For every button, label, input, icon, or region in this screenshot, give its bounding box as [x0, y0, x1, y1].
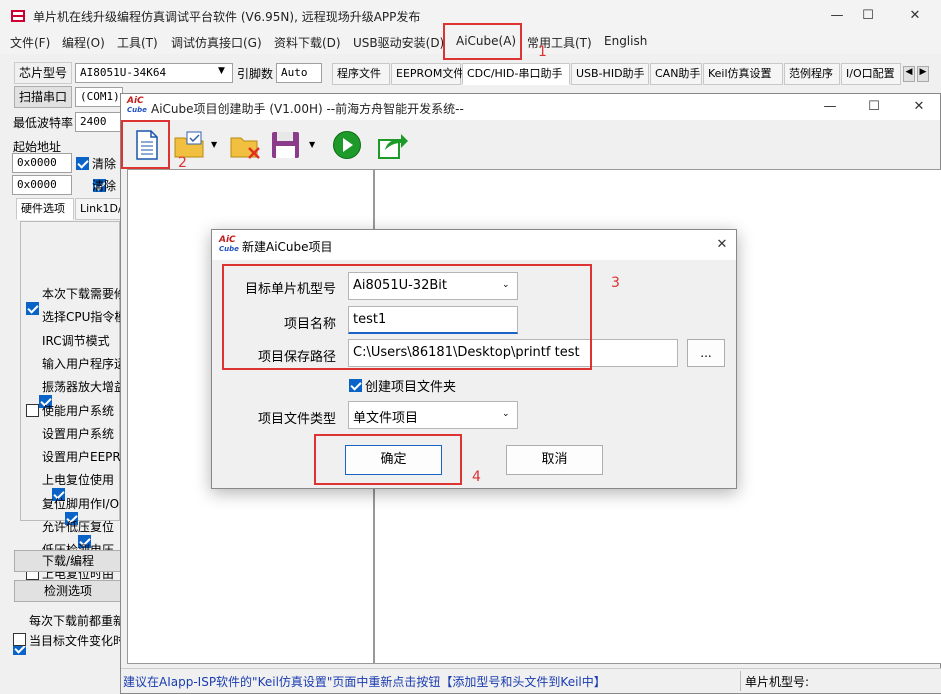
pin-count-select[interactable]: Auto	[276, 63, 322, 83]
create-folder-checkbox[interactable]	[349, 379, 362, 392]
tab-scroll-right-icon[interactable]: ▶	[917, 66, 929, 82]
hw-option-label: 上电复位使用	[42, 473, 115, 488]
dialog-title-bar: AiC Cube 新建AiCube项目 ✕	[212, 230, 736, 260]
reload-label: 每次下载前都重新	[29, 614, 126, 628]
close-icon[interactable]: ✕	[900, 5, 930, 27]
close-icon[interactable]: ✕	[707, 234, 737, 256]
scan-port-button[interactable]: 扫描串口	[14, 86, 72, 108]
hw-option-label: 本次下载需要修	[42, 287, 120, 301]
create-folder-label: 创建项目文件夹	[365, 380, 457, 395]
menu-file[interactable]: 文件(F)	[10, 34, 50, 51]
hw-option-label: 振荡器放大增益	[42, 380, 120, 395]
hw-option-checkbox[interactable]	[26, 302, 39, 315]
close-icon[interactable]: ✕	[904, 96, 934, 118]
file-type-label: 项目文件类型	[257, 412, 336, 427]
chevron-down-icon[interactable]: ▼	[211, 140, 217, 149]
menu-program[interactable]: 编程(O)	[62, 34, 105, 51]
baud-select[interactable]: 2400	[75, 112, 123, 132]
aicube-title-bar: AiC Cube AiCube项目创建助手 (V1.00H) --前海方舟智能开发…	[121, 94, 940, 120]
browse-button[interactable]: ...	[687, 339, 725, 367]
annotation-number-3: 3	[611, 275, 620, 291]
chevron-down-icon: ⌄	[502, 409, 510, 419]
menu-download[interactable]: 资料下载(D)	[274, 34, 341, 51]
target-change-label: 当目标文件变化时	[29, 634, 126, 648]
chevron-down-icon: ▼	[218, 66, 225, 76]
tab-hardware-options[interactable]: 硬件选项	[16, 198, 74, 220]
minimize-icon[interactable]: —	[815, 96, 845, 118]
menu-debug[interactable]: 调试仿真接口(G)	[171, 34, 262, 51]
export-icon[interactable]	[377, 130, 409, 160]
port-select[interactable]: (COM1)	[75, 87, 123, 107]
status-text: 建议在AIapp-ISP软件的"Keil仿真设置"页面中重新点击按钮【添加型号和…	[123, 675, 606, 689]
run-icon[interactable]	[332, 130, 362, 160]
app-icon	[10, 8, 26, 24]
target-change-checkbox[interactable]	[13, 633, 26, 646]
maximize-icon[interactable]: ☐	[859, 96, 889, 118]
annotation-box-3	[222, 264, 592, 370]
chip-model-label: 芯片型号	[14, 62, 72, 84]
close-folder-icon[interactable]	[229, 130, 263, 162]
aicube-window-title: AiCube项目创建助手 (V1.00H) --前海方舟智能开发系统--	[151, 102, 464, 116]
annotation-box-2	[121, 120, 170, 169]
hw-option-label: 复位脚用作I/O	[42, 496, 120, 511]
tab-keil[interactable]: Keil仿真设置	[703, 63, 783, 85]
menu-usb-driver[interactable]: USB驱动安装(D)	[353, 34, 444, 51]
hw-option-label: IRC调节模式	[42, 333, 110, 348]
hw-option-checkbox[interactable]	[26, 403, 39, 417]
hw-option-label: 使能用户系统	[42, 403, 115, 418]
menu-common-tools[interactable]: 常用工具(T)	[527, 34, 592, 51]
annotation-number-4: 4	[472, 469, 481, 485]
tab-cdc-hid[interactable]: CDC/HID-串口助手	[462, 63, 570, 85]
status-bar: 建议在AIapp-ISP软件的"Keil仿真设置"页面中重新点击按钮【添加型号和…	[121, 668, 941, 693]
hw-option-label: 选择CPU指令模	[42, 310, 120, 325]
chevron-down-icon[interactable]: ▼	[309, 140, 315, 149]
annotation-box-4	[314, 434, 462, 485]
pin-count-label: 引脚数	[237, 67, 274, 81]
aicube-logo: AiC Cube	[219, 235, 239, 254]
dialog-title: 新建AiCube项目	[242, 240, 333, 254]
file-type-select[interactable]: 单文件项目	[348, 401, 518, 429]
clear-checkbox-1[interactable]	[76, 157, 89, 170]
hw-option-label: 设置用户EEPRO	[42, 450, 120, 465]
cancel-button[interactable]: 取消	[506, 445, 603, 475]
tab-eeprom-file[interactable]: EEPROM文件	[391, 63, 464, 85]
tab-scroll-left-icon[interactable]: ◀	[903, 66, 915, 82]
clear-label-1: 清除	[92, 157, 117, 171]
menu-tools[interactable]: 工具(T)	[117, 34, 158, 51]
minimize-icon[interactable]: —	[822, 5, 852, 27]
status-divider	[740, 671, 741, 691]
save-icon[interactable]	[271, 131, 301, 159]
tab-io-config[interactable]: I/O口配置	[841, 63, 901, 85]
hw-option-label: 设置用户系统	[42, 426, 115, 441]
tab-examples[interactable]: 范例程序	[784, 63, 840, 85]
tab-program-file[interactable]: 程序文件	[332, 63, 390, 85]
chip-model-select[interactable]: AI8051U-34K64	[75, 63, 233, 83]
annotation-number-1: 1	[538, 44, 547, 60]
clear-label-2: 清除	[92, 179, 117, 193]
tab-usb-hid[interactable]: USB-HID助手	[571, 63, 649, 85]
download-program-button[interactable]: 下载/编程	[14, 550, 122, 572]
addr-input-2[interactable]: 0x0000	[12, 175, 72, 195]
baud-label: 最低波特率	[13, 116, 74, 130]
maximize-icon[interactable]: ☐	[853, 5, 883, 27]
tab-can[interactable]: CAN助手	[650, 63, 702, 85]
main-window-title: 单片机在线升级编程仿真调试平台软件 (V6.95N), 远程现场升级APP发布	[33, 10, 421, 24]
hw-option-label: 输入用户程序运行	[42, 356, 120, 371]
aicube-logo: AiC Cube	[127, 96, 147, 115]
status-mcu-label: 单片机型号:	[745, 675, 810, 689]
annotation-number-2: 2	[178, 155, 187, 171]
addr-input-1[interactable]: 0x0000	[12, 153, 72, 173]
annotation-box-1	[443, 23, 522, 60]
hw-option-label: 允许低压复位	[42, 520, 115, 534]
menu-english[interactable]: English	[604, 34, 647, 48]
detect-options-button[interactable]: 检测选项	[14, 580, 122, 602]
